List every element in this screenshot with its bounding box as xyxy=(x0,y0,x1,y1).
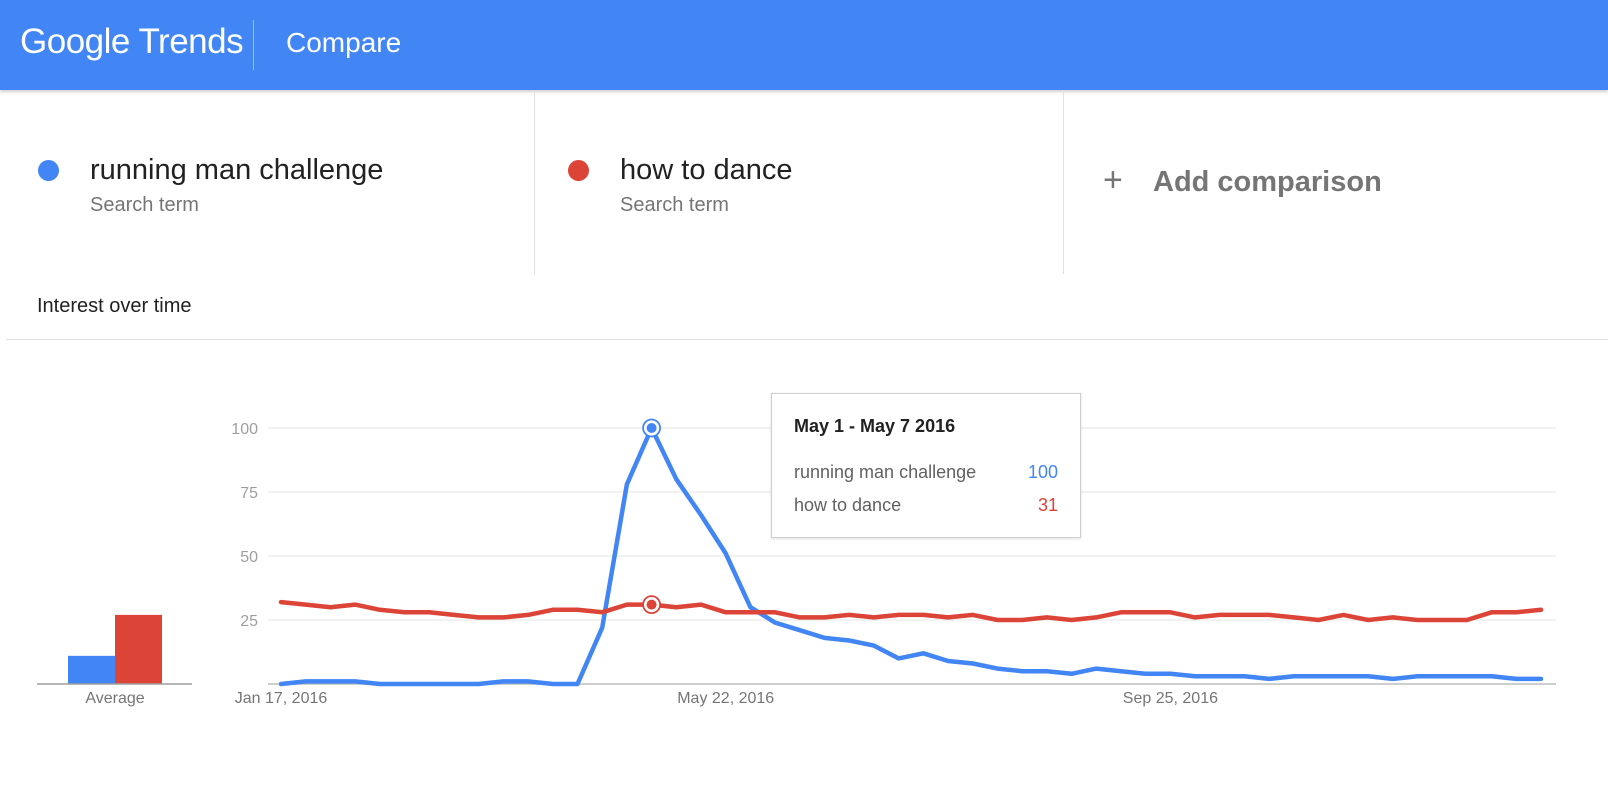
tooltip-date-range: May 1 - May 7 2016 xyxy=(794,416,956,436)
y-tick-label: 25 xyxy=(240,613,258,630)
series-line-how-to-dance xyxy=(278,599,1544,623)
term-color-dot xyxy=(568,160,589,181)
term-name: how to dance xyxy=(620,154,793,186)
term-name: running man challenge xyxy=(90,154,384,186)
page-title: Compare xyxy=(286,27,402,58)
average-bar-running-man-challenge xyxy=(68,655,115,684)
tooltip-row-value: 31 xyxy=(1037,495,1058,515)
term-color-dot xyxy=(38,160,59,181)
chart-tooltip: May 1 - May 7 2016 running man challenge… xyxy=(771,393,1081,538)
term-card-running-man-challenge[interactable]: running man challenge Search term xyxy=(0,90,534,274)
header-divider xyxy=(253,20,254,70)
add-comparison-button[interactable]: + Add comparison xyxy=(1103,160,1382,202)
y-tick-label: 100 xyxy=(231,421,258,438)
x-tick-label: Sep 25, 2016 xyxy=(1123,690,1218,707)
average-bar-how-to-dance xyxy=(115,614,162,684)
term-divider xyxy=(1063,90,1064,274)
x-tick-label: May 22, 2016 xyxy=(677,690,774,707)
tooltip-row-value: 100 xyxy=(1027,462,1058,482)
term-card-how-to-dance[interactable]: how to dance Search term xyxy=(530,90,1064,274)
term-type: Search term xyxy=(90,194,199,216)
term-type: Search term xyxy=(620,194,729,216)
section-title: Interest over time xyxy=(37,295,192,317)
top-app-bar: Google Trends Compare xyxy=(0,0,1608,90)
comparison-terms-bar: running man challenge Search term how to… xyxy=(0,90,1608,274)
tooltip-row-label: running man challenge xyxy=(794,462,977,482)
google-trends-logo[interactable]: Google Trends xyxy=(20,22,244,62)
logo-google-text: Google xyxy=(20,22,130,61)
highlight-point xyxy=(646,423,657,433)
add-comparison-label: Add comparison xyxy=(1153,166,1382,198)
highlight-point xyxy=(646,599,657,610)
x-tick-label: Jan 17, 2016 xyxy=(235,690,328,707)
plus-icon: + xyxy=(1103,161,1123,199)
y-tick-label: 75 xyxy=(240,485,258,502)
average-label: Average xyxy=(85,690,144,707)
tooltip-row-label: how to dance xyxy=(794,495,902,515)
logo-trends-text: Trends xyxy=(138,22,244,61)
y-tick-label: 50 xyxy=(240,549,258,566)
